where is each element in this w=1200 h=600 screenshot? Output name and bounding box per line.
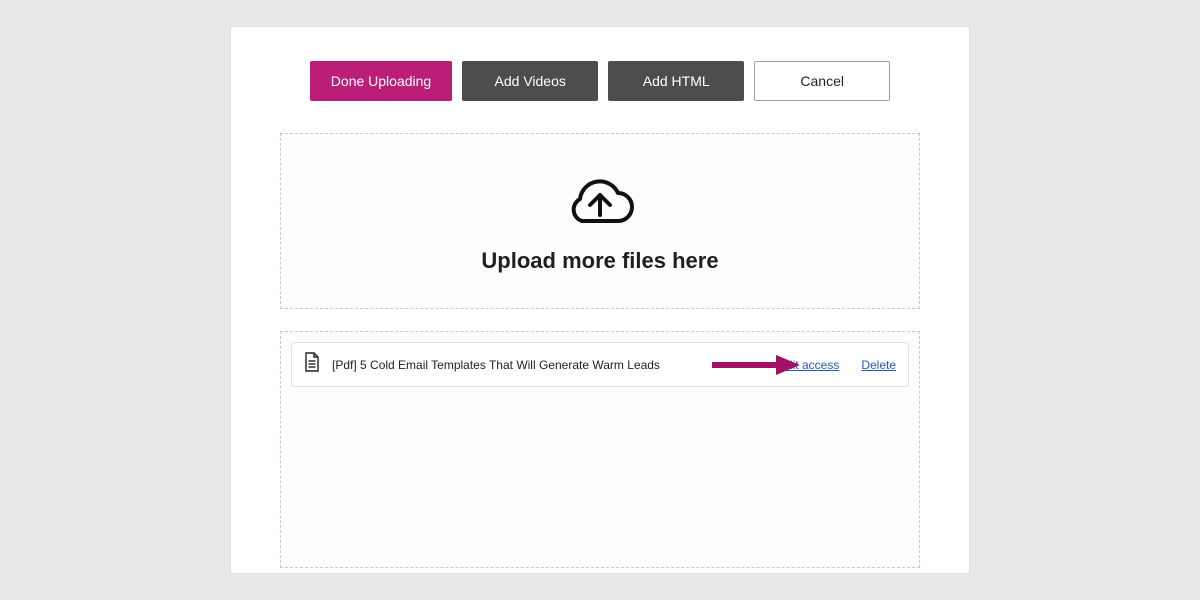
cancel-button[interactable]: Cancel	[754, 61, 890, 101]
cloud-upload-icon	[562, 169, 638, 236]
edit-access-link[interactable]: Edit access	[778, 358, 839, 372]
upload-dialog: Done Uploading Add Videos Add HTML Cance…	[230, 26, 970, 574]
file-name: [Pdf] 5 Cold Email Templates That Will G…	[332, 358, 660, 372]
done-uploading-button[interactable]: Done Uploading	[310, 61, 452, 101]
add-videos-button[interactable]: Add Videos	[462, 61, 598, 101]
toolbar: Done Uploading Add Videos Add HTML Cance…	[253, 61, 947, 101]
uploaded-files-panel: [Pdf] 5 Cold Email Templates That Will G…	[280, 331, 920, 568]
add-html-button[interactable]: Add HTML	[608, 61, 744, 101]
document-icon	[304, 352, 320, 377]
delete-link[interactable]: Delete	[861, 358, 896, 372]
dropzone-label: Upload more files here	[481, 248, 718, 274]
file-row: [Pdf] 5 Cold Email Templates That Will G…	[291, 342, 909, 387]
dropzone[interactable]: Upload more files here	[280, 133, 920, 309]
